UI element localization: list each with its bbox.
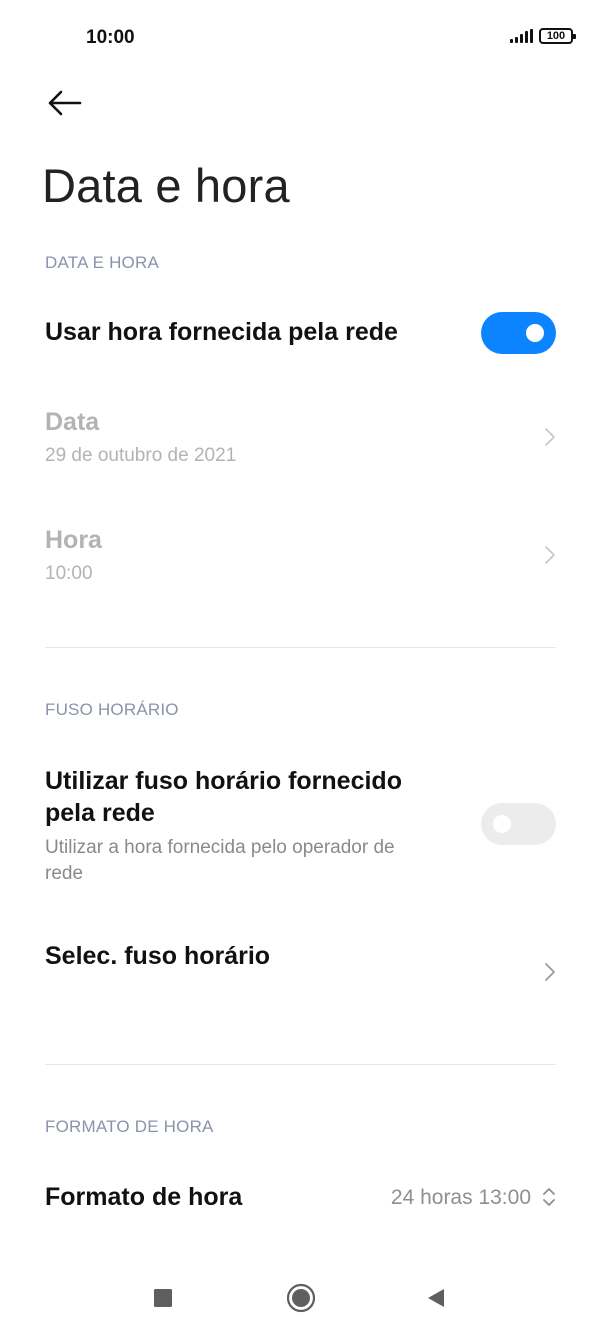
chevron-right-icon [545, 963, 555, 981]
home-button[interactable] [281, 1278, 321, 1318]
use-network-time-label: Usar hora fornecida pela rede [45, 318, 398, 346]
time-format-label: Formato de hora [45, 1183, 243, 1211]
page-title: Data e hora [42, 159, 290, 212]
chevron-up-down-icon [543, 1188, 555, 1206]
back-button[interactable] [44, 86, 86, 120]
select-timezone-row[interactable]: Selec. fuso horário [0, 930, 601, 1010]
square-icon [154, 1289, 172, 1307]
circle-icon [286, 1283, 316, 1313]
signal-icon [510, 29, 533, 43]
toggle-knob [493, 815, 511, 833]
chevron-right-icon [545, 546, 555, 564]
section-header-timezone: FUSO HORÁRIO [45, 700, 179, 719]
date-row[interactable]: Data 29 de outubro de 2021 [0, 400, 601, 480]
use-network-timezone-toggle[interactable] [481, 803, 556, 845]
time-row[interactable]: Hora 10:00 [0, 518, 601, 598]
use-network-time-toggle[interactable] [481, 312, 556, 354]
chevron-right-icon [545, 428, 555, 446]
divider [45, 647, 556, 648]
status-time: 10:00 [86, 27, 135, 48]
time-format-value: 24 horas 13:00 [390, 1186, 531, 1209]
battery-level: 100 [546, 29, 566, 42]
nav-back-button[interactable] [416, 1278, 456, 1318]
status-icons: 100 [510, 28, 576, 44]
use-network-timezone-sub-line1: Utilizar a hora fornecida pelo operador … [45, 837, 395, 858]
use-network-timezone-label-line1: Utilizar fuso horário fornecido [45, 767, 402, 795]
use-network-time-row[interactable]: Usar hora fornecida pela rede [0, 300, 601, 370]
use-network-timezone-row[interactable]: Utilizar fuso horário fornecido pela red… [0, 755, 601, 895]
triangle-left-icon [428, 1289, 444, 1307]
battery-icon: 100 [539, 28, 576, 44]
select-timezone-label: Selec. fuso horário [45, 942, 271, 970]
section-header-date-time: DATA E HORA [45, 253, 159, 272]
toggle-knob [526, 324, 544, 342]
date-label: Data [45, 408, 100, 436]
time-format-row[interactable]: Formato de hora 24 horas 13:00 [0, 1168, 601, 1232]
navigation-bar [0, 1278, 601, 1318]
date-value: 29 de outubro de 2021 [45, 445, 237, 466]
section-header-time-format: FORMATO DE HORA [45, 1117, 214, 1136]
time-value: 10:00 [45, 563, 93, 584]
use-network-timezone-label-line2: pela rede [45, 799, 155, 827]
divider [45, 1064, 556, 1065]
arrow-left-icon [48, 90, 82, 116]
screen: 10:00 100 Data e hora DATA E HORA Usar h… [0, 0, 601, 1336]
use-network-timezone-sub-line2: rede [45, 863, 84, 884]
time-label: Hora [45, 526, 102, 554]
recents-button[interactable] [143, 1278, 183, 1318]
